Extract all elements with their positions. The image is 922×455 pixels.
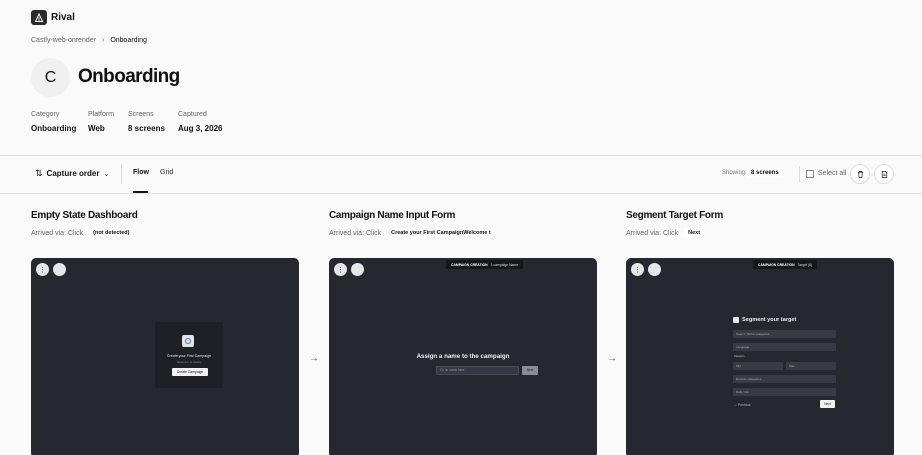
divider — [0, 155, 922, 156]
select-circle-icon[interactable] — [53, 263, 66, 276]
meta-platform: Platform Web — [88, 111, 115, 133]
arrow-right-icon: → — [309, 353, 319, 364]
exclude-categories-input: Exclude categories — [733, 375, 836, 383]
meta-category: Category Onboarding — [31, 111, 77, 133]
sort-icon: ⇅ — [35, 168, 43, 178]
screen-title: Segment Target Form — [626, 210, 723, 221]
avatar: C — [31, 58, 70, 97]
tab-flow[interactable]: Flow — [133, 169, 149, 176]
document-icon — [881, 170, 887, 178]
divider — [121, 164, 122, 184]
campaign-icon — [182, 335, 194, 347]
chevron-down-icon: ⌄ — [103, 170, 110, 178]
more-options-icon[interactable]: ⋮ — [334, 263, 347, 276]
screen-arrival: Arrived via: Click Next — [626, 228, 705, 238]
breadcrumb: Castly-web-onrender › Onboarding — [31, 37, 147, 44]
chevron-right-icon: › — [101, 37, 105, 44]
daily-out-input: Daily Out — [733, 388, 836, 396]
screen-title: Empty State Dashboard — [31, 210, 138, 221]
screen-arrival: Arrived via: Click (not detected) — [31, 228, 134, 238]
language-select: Language — [733, 343, 836, 351]
screen-title: Campaign Name Input Form — [329, 210, 456, 221]
previous-link: ← Previous — [734, 403, 751, 407]
create-campaign-button: Create Campaign — [172, 368, 208, 376]
trash-icon — [857, 170, 863, 178]
select-circle-icon[interactable] — [648, 263, 661, 276]
sort-label: Capture order — [46, 169, 100, 178]
select-all-label[interactable]: Select all — [818, 170, 846, 177]
select-all-checkbox[interactable] — [806, 170, 814, 178]
trigger-badge: Create your First CampaignWelcome t — [387, 228, 495, 238]
screen-thumbnail[interactable]: ⋮ CAMPAIGN CREATION Target (8) Segment y… — [626, 258, 894, 455]
target-icon — [733, 317, 739, 323]
min-viewers-input: Min — [733, 362, 783, 370]
max-viewers-input: Max — [786, 362, 836, 370]
sort-dropdown[interactable]: ⇅ Capture order ⌄ — [35, 168, 109, 179]
breadcrumb-current: Onboarding — [110, 37, 147, 44]
next-button: Next — [522, 366, 538, 375]
select-circle-icon[interactable] — [351, 263, 364, 276]
showing-label: Showing — [722, 170, 746, 176]
empty-state-panel: Create your First Campaign Welcome to Ca… — [155, 322, 223, 388]
more-options-icon[interactable]: ⋮ — [36, 263, 49, 276]
step-chip: CAMPAIGN CREATION 1 campaign Name — [446, 260, 524, 269]
brand-name[interactable]: Rival — [51, 12, 75, 23]
rival-logo-icon[interactable] — [31, 10, 47, 25]
category-search-input: Search TikTok categories — [733, 330, 836, 338]
trigger-badge: (not detected) — [89, 228, 134, 238]
meta-screens: Screens 8 screens — [128, 111, 165, 133]
page-title: Onboarding — [78, 66, 180, 87]
divider — [0, 193, 922, 194]
showing-count: 8 screens — [747, 168, 783, 178]
step-chip: CAMPAIGN CREATION Target (8) — [753, 260, 818, 269]
screen-thumbnail[interactable]: ⋮ CAMPAIGN CREATION 1 campaign Name Assi… — [329, 258, 597, 455]
next-button: Next — [820, 400, 835, 408]
screen-arrival: Arrived via: Click Create your First Cam… — [329, 228, 495, 238]
campaign-name-input: Cx no name here — [436, 366, 519, 375]
divider — [799, 166, 800, 182]
export-button[interactable] — [874, 164, 894, 184]
screen-thumbnail[interactable]: ⋮ Create your First Campaign Welcome to … — [31, 258, 299, 455]
breadcrumb-parent-link[interactable]: Castly-web-onrender — [31, 37, 96, 44]
arrow-right-icon: → — [607, 353, 617, 364]
delete-button[interactable] — [850, 164, 870, 184]
more-options-icon[interactable]: ⋮ — [631, 263, 644, 276]
meta-captured: Captured Aug 3, 2026 — [178, 111, 223, 133]
tab-grid[interactable]: Grid — [160, 169, 173, 176]
segment-form: Segment your target Search TikTok catego… — [733, 317, 837, 413]
trigger-badge: Next — [684, 228, 705, 238]
